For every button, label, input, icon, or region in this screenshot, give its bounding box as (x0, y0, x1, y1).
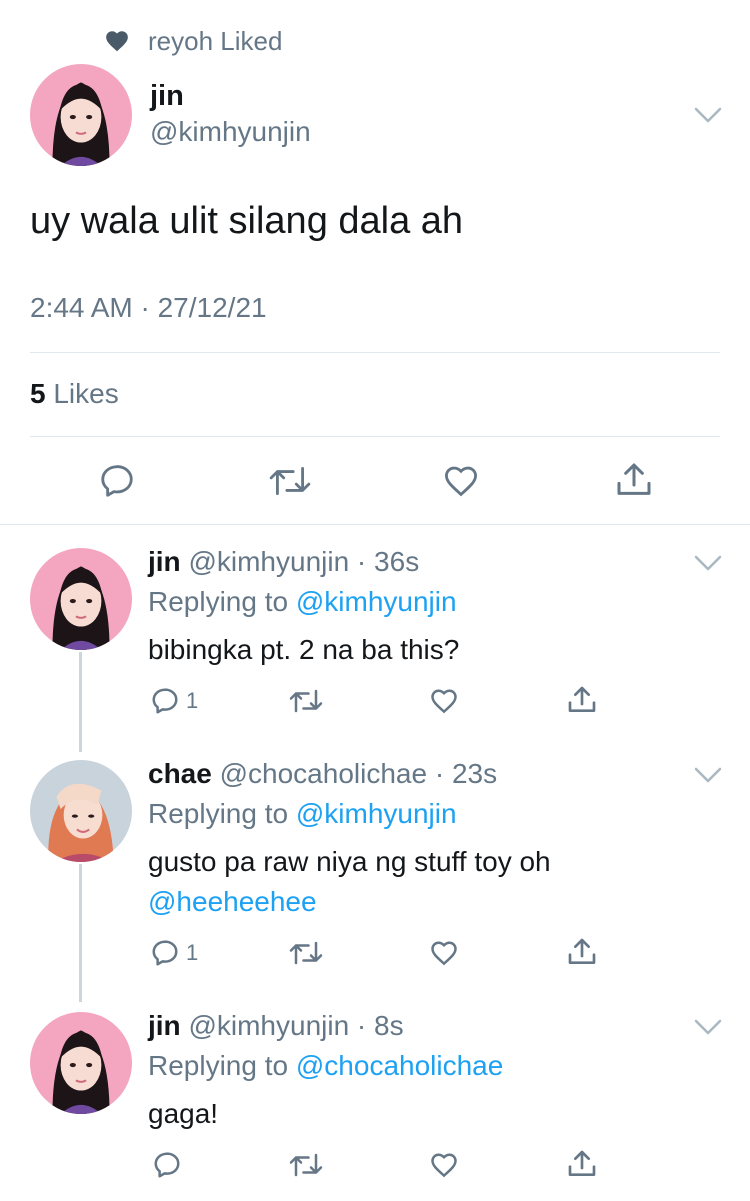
reply-author-name[interactable]: chae (148, 758, 212, 789)
reply-author-name[interactable]: jin (148, 1010, 181, 1041)
thread-line (79, 652, 82, 752)
reply-icon (101, 465, 133, 497)
divider (30, 436, 720, 437)
reply-button[interactable]: 1 (150, 686, 198, 716)
reply-text: gusto pa raw niya ng stuff toy oh @heehe… (148, 842, 551, 922)
retweet-icon (289, 941, 323, 965)
reply-icon (152, 940, 178, 966)
retweet-button[interactable] (288, 686, 324, 716)
avatar[interactable] (30, 64, 132, 166)
reply-button[interactable]: 1 (150, 938, 198, 968)
thread-line (79, 864, 82, 1002)
replying-to: Replying to @chocaholichae (148, 1050, 504, 1081)
share-button[interactable] (566, 1148, 598, 1180)
share-button[interactable] (614, 460, 654, 500)
like-button[interactable] (428, 1150, 460, 1180)
mention-link[interactable]: @heeheehee (148, 882, 551, 922)
reply-author-handle[interactable]: @kimhyunjin (188, 1010, 349, 1041)
chevron-down-icon[interactable] (694, 554, 722, 572)
social-context-text: reyoh Liked (148, 25, 283, 56)
share-icon (568, 938, 596, 964)
heart-icon (106, 31, 128, 52)
share-button[interactable] (566, 936, 598, 968)
reply-text: gaga! (148, 1098, 219, 1129)
likes-count[interactable]: 5 Likes (30, 378, 119, 410)
reply-count: 1 (186, 940, 199, 965)
share-icon (617, 463, 651, 495)
tweet-text: uy wala ulit silang dala ah (30, 200, 464, 242)
share-button[interactable] (566, 684, 598, 716)
reply-button[interactable] (98, 462, 136, 500)
avatar[interactable] (30, 1012, 132, 1114)
reply-author-handle[interactable]: @chocaholichae (220, 758, 427, 789)
like-icon (431, 689, 457, 714)
reply-header[interactable]: jin @kimhyunjin · 36s (148, 546, 419, 578)
like-button[interactable] (428, 686, 460, 716)
reply-icon (154, 1152, 180, 1178)
retweet-icon (269, 467, 311, 495)
like-button[interactable] (428, 938, 460, 968)
reply-time[interactable]: 8s (374, 1010, 404, 1041)
section-divider (0, 524, 750, 525)
reply-time[interactable]: 23s (452, 758, 497, 789)
author-handle[interactable]: @kimhyunjin (150, 116, 311, 148)
reply-text: bibingka pt. 2 na ba this? (148, 634, 460, 665)
avatar[interactable] (30, 760, 132, 862)
retweet-icon (289, 1153, 323, 1177)
like-icon (431, 1153, 457, 1178)
author-name[interactable]: jin (150, 80, 184, 113)
replying-to-link[interactable]: @kimhyunjin (296, 798, 457, 829)
chevron-down-icon[interactable] (694, 766, 722, 784)
replying-to: Replying to @kimhyunjin (148, 586, 457, 617)
like-icon (431, 941, 457, 966)
avatar[interactable] (30, 548, 132, 650)
share-icon (568, 686, 596, 712)
reply-header[interactable]: jin @kimhyunjin · 8s (148, 1010, 404, 1042)
retweet-button[interactable] (288, 1150, 324, 1180)
social-context: reyoh Liked (104, 24, 282, 58)
reply-author-name[interactable]: jin (148, 546, 181, 577)
replying-to-link[interactable]: @kimhyunjin (296, 586, 457, 617)
tweet-timestamp[interactable]: 2:44 AM · 27/12/21 (30, 292, 267, 324)
replying-to: Replying to @kimhyunjin (148, 798, 457, 829)
reply-author-handle[interactable]: @kimhyunjin (188, 546, 349, 577)
retweet-button[interactable] (288, 938, 324, 968)
reply-count: 1 (186, 688, 199, 713)
chevron-down-icon[interactable] (694, 106, 722, 124)
reply-button[interactable] (152, 1150, 182, 1180)
share-icon (568, 1150, 596, 1176)
retweet-button[interactable] (268, 462, 312, 500)
reply-time[interactable]: 36s (374, 546, 419, 577)
reply-icon (152, 688, 178, 714)
divider (30, 352, 720, 353)
reply-header[interactable]: chae @chocaholichae · 23s (148, 758, 497, 790)
like-icon (445, 466, 477, 497)
chevron-down-icon[interactable] (694, 1018, 722, 1036)
replying-to-link[interactable]: @chocaholichae (296, 1050, 503, 1081)
like-button[interactable] (441, 462, 481, 500)
retweet-icon (289, 689, 323, 713)
